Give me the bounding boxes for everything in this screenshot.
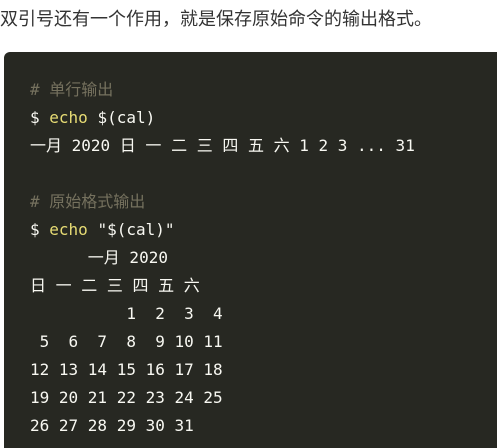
code-command-echo-quoted: $ echo "$(cal)" bbox=[30, 216, 497, 244]
command-args: "$(cal)" bbox=[97, 220, 175, 239]
calendar-row: 5 6 7 8 9 10 11 bbox=[30, 332, 223, 351]
command-args: $(cal) bbox=[97, 108, 156, 127]
code-output-single-line: 一月 2020 日 一 二 三 四 五 六 1 2 3 ... 31 bbox=[30, 136, 415, 155]
code-comment-original-format: # 原始格式输出 bbox=[30, 192, 146, 211]
echo-keyword: echo bbox=[49, 108, 88, 127]
echo-keyword: echo bbox=[49, 220, 88, 239]
calendar-row: 26 27 28 29 30 31 bbox=[30, 416, 194, 435]
calendar-title: 一月 2020 bbox=[30, 248, 168, 267]
code-block: # 单行输出 $ echo $(cal) 一月 2020 日 一 二 三 四 五… bbox=[4, 52, 497, 448]
code-comment-single-line: # 单行输出 bbox=[30, 80, 114, 99]
shell-prompt: $ bbox=[30, 220, 40, 239]
calendar-weekdays: 日 一 二 三 四 五 六 bbox=[30, 276, 200, 295]
calendar-row: 1 2 3 4 bbox=[30, 304, 223, 323]
code-command-echo-plain: $ echo $(cal) bbox=[30, 104, 497, 132]
intro-paragraph: 双引号还有一个作用，就是保存原始命令的输出格式。 bbox=[0, 9, 432, 30]
calendar-row: 19 20 21 22 23 24 25 bbox=[30, 388, 223, 407]
calendar-row: 12 13 14 15 16 17 18 bbox=[30, 360, 223, 379]
shell-prompt: $ bbox=[30, 108, 40, 127]
